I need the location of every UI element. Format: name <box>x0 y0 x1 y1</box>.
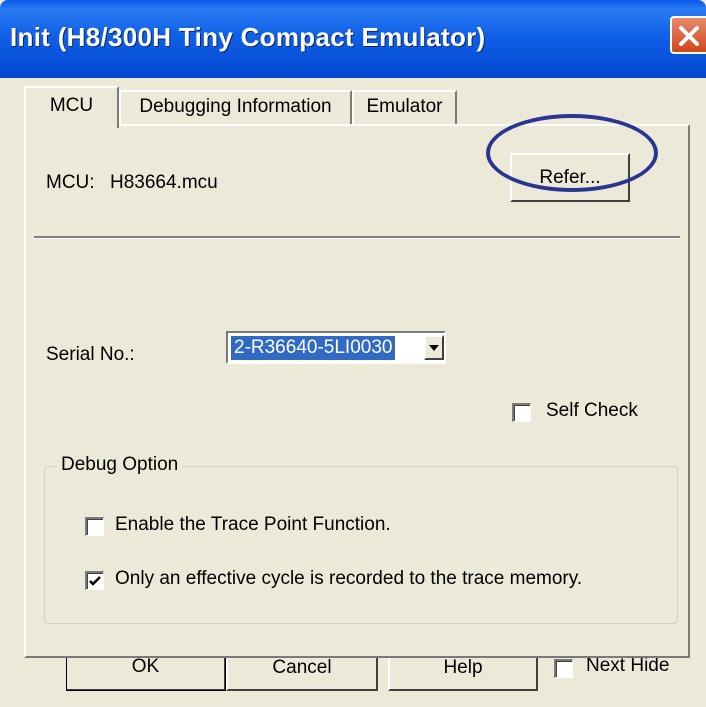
chevron-down-icon <box>429 345 439 351</box>
mcu-tab-panel: MCU: H83664.mcu Refer... Serial No.: 2-R… <box>24 124 690 658</box>
tab-emulator-label: Emulator <box>366 96 443 117</box>
cancel-button-label: Cancel <box>272 657 332 678</box>
ok-button-label: OK <box>131 656 160 677</box>
trace-point-label: Enable the Trace Point Function. <box>115 514 391 535</box>
help-button-label: Help <box>443 657 483 678</box>
serial-no-label: Serial No.: <box>46 344 135 365</box>
close-button[interactable] <box>670 16 706 54</box>
next-hide-checkbox[interactable] <box>554 659 573 678</box>
window-title: Init (H8/300H Tiny Compact Emulator) <box>10 22 486 52</box>
tab-debugging-information-label: Debugging Information <box>139 96 332 117</box>
debug-option-legend: Debug Option <box>57 454 183 476</box>
annotation-circle <box>486 114 658 192</box>
effective-cycle-label: Only an effective cycle is recorded to t… <box>115 568 583 589</box>
self-check-checkbox[interactable] <box>512 403 531 422</box>
tab-emulator[interactable]: Emulator <box>352 90 457 124</box>
mcu-label: MCU: <box>46 172 95 193</box>
tab-debugging-information[interactable]: Debugging Information <box>119 90 352 124</box>
debug-option-group: Debug Option Enable the Trace Point Func… <box>44 454 678 624</box>
title-bar[interactable]: Init (H8/300H Tiny Compact Emulator) <box>0 0 706 78</box>
tab-mcu-label: MCU <box>49 95 94 116</box>
close-icon <box>679 26 699 46</box>
effective-cycle-checkbox[interactable] <box>85 571 104 590</box>
mcu-filename: H83664.mcu <box>110 172 218 193</box>
serial-no-dropdown-button[interactable] <box>424 335 444 360</box>
next-hide-label: Next Hide <box>586 655 670 676</box>
tab-mcu[interactable]: MCU <box>24 86 119 128</box>
trace-point-checkbox[interactable] <box>85 517 104 536</box>
separator-highlight <box>34 238 680 239</box>
serial-no-select[interactable]: 2-R36640-5LI0030 <box>226 331 446 364</box>
checkmark-icon <box>89 576 101 586</box>
self-check-label: Self Check <box>546 400 638 421</box>
serial-no-value: 2-R36640-5LI0030 <box>229 335 397 361</box>
